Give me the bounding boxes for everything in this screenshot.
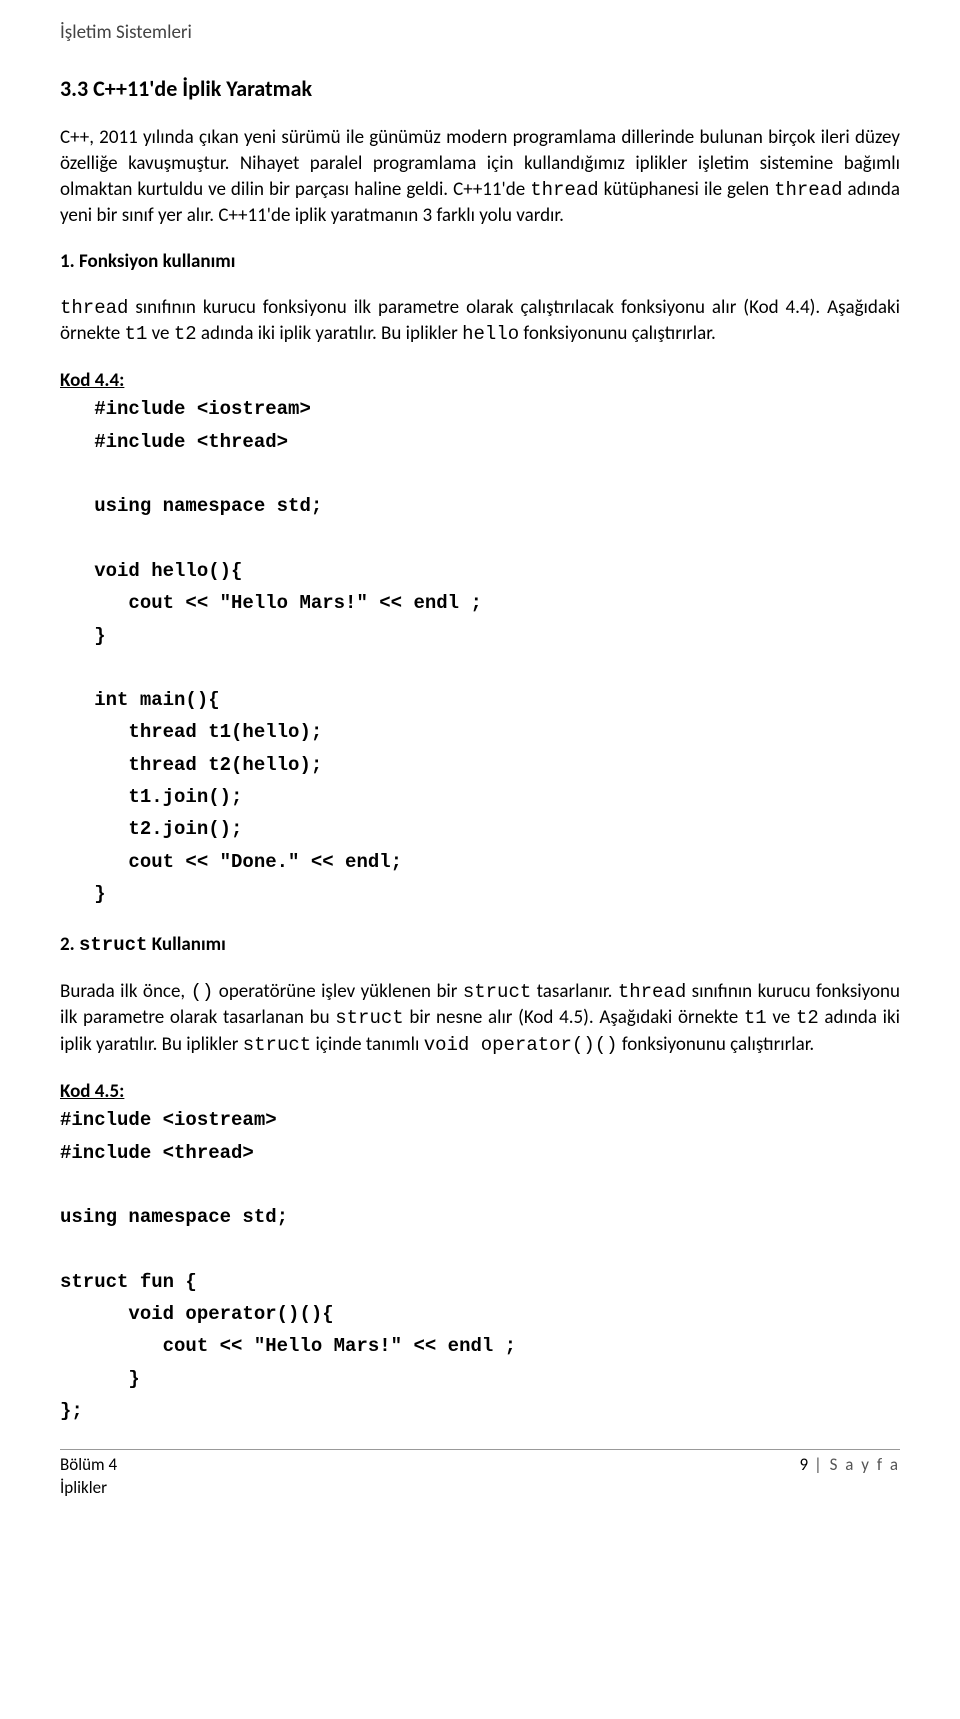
inline-code: void operator()()	[424, 1034, 618, 1056]
text: tasarlanır.	[531, 980, 618, 1003]
text: Kullanımı	[147, 933, 225, 956]
text: adında iki iplik yaratılır. Bu iplikler	[197, 322, 462, 345]
text: fonksiyonunu çalıştırırlar.	[519, 322, 716, 345]
footer-chapter: Bölüm 4	[60, 1454, 117, 1477]
inline-code: ()	[191, 981, 214, 1003]
paragraph-1: C++, 2011 yılında çıkan yeni sürümü ile …	[60, 125, 900, 229]
paragraph-3: Burada ilk önce, () operatörüne işlev yü…	[60, 979, 900, 1059]
inline-code: thread	[618, 981, 686, 1003]
code-body: #include <iostream> #include <thread> us…	[60, 393, 900, 910]
page-number: 9	[800, 1454, 809, 1475]
code-listing-2: Kod 4.5: #include <iostream> #include <t…	[60, 1079, 900, 1428]
footer-topic: İplikler	[60, 1477, 117, 1500]
inline-code: t1	[744, 1007, 767, 1029]
text: fonksiyonunu çalıştırırlar.	[618, 1033, 815, 1056]
code-label: Kod 4.5:	[60, 1080, 124, 1103]
footer-left: Bölüm 4 İplikler	[60, 1454, 117, 1500]
inline-code: thread	[774, 179, 842, 201]
page-footer: Bölüm 4 İplikler 9 | S a y f a	[60, 1449, 900, 1500]
text: ve	[767, 1006, 796, 1029]
section-heading: 3.3 C++11'de İplik Yaratmak	[60, 74, 900, 104]
inline-code: struct	[463, 981, 531, 1003]
code-listing-1: Kod 4.4: #include <iostream> #include <t…	[60, 368, 900, 910]
code-label: Kod 4.4:	[60, 369, 124, 392]
footer-right: 9 | S a y f a	[800, 1454, 901, 1500]
page-mark: | S a y f a	[808, 1454, 900, 1475]
subheading-1: 1. Fonksiyon kullanımı	[60, 249, 900, 275]
inline-code: t1	[125, 323, 148, 345]
paragraph-2: thread sınıfının kurucu fonksiyonu ilk p…	[60, 295, 900, 348]
text: içinde tanımlı	[311, 1033, 424, 1056]
text: 2.	[60, 933, 79, 956]
inline-code: struct	[335, 1007, 403, 1029]
inline-code: struct	[243, 1034, 311, 1056]
inline-code: t2	[174, 323, 197, 345]
inline-code: thread	[60, 297, 128, 319]
code-body: #include <iostream> #include <thread> us…	[60, 1104, 900, 1427]
page-header-title: İşletim Sistemleri	[60, 20, 900, 46]
text: kütüphanesi ile gelen	[599, 178, 774, 201]
inline-code: struct	[79, 934, 147, 956]
subheading-2: 2. struct Kullanımı	[60, 932, 900, 959]
inline-code: hello	[462, 323, 519, 345]
inline-code: t2	[796, 1007, 819, 1029]
text: bir nesne alır (Kod 4.5). Aşağıdaki örne…	[404, 1006, 744, 1029]
text: operatörüne işlev yüklenen bir	[213, 980, 462, 1003]
text: ve	[147, 322, 173, 345]
inline-code: thread	[530, 179, 598, 201]
text: Burada ilk önce,	[60, 980, 191, 1003]
